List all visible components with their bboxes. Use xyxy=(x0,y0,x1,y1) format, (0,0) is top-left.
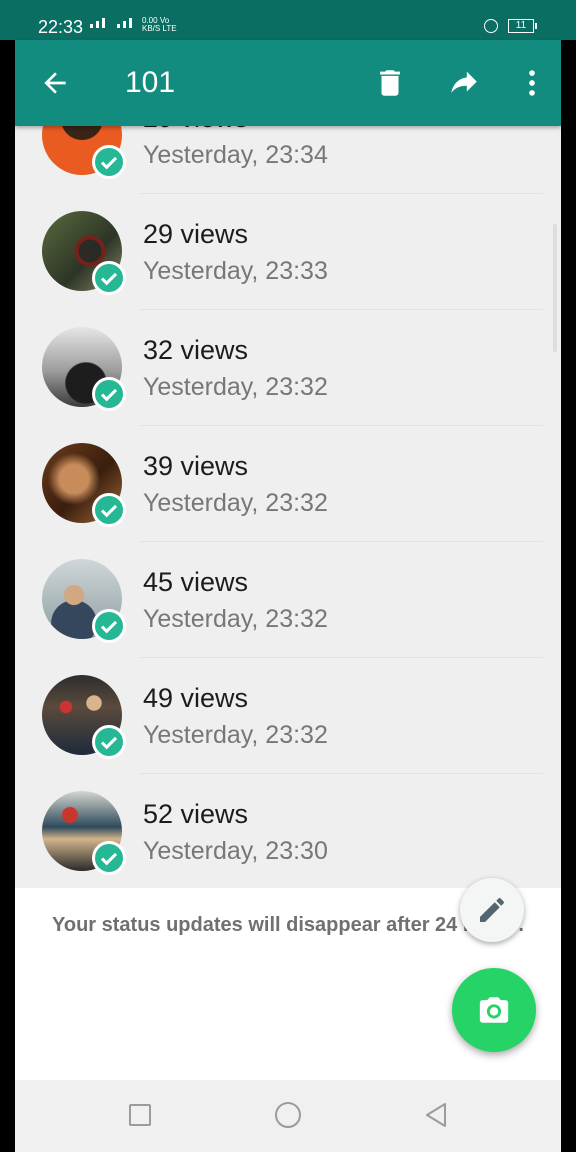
list-item[interactable]: 52 views Yesterday, 23:30 xyxy=(15,774,561,888)
check-icon xyxy=(92,261,126,295)
forward-icon[interactable] xyxy=(447,66,481,100)
post-time: Yesterday, 23:32 xyxy=(143,489,328,517)
list-item[interactable]: 49 views Yesterday, 23:32 xyxy=(15,658,561,774)
post-time: Yesterday, 23:30 xyxy=(143,837,328,865)
scrollbar[interactable] xyxy=(553,224,557,352)
rotation-lock-icon xyxy=(484,19,498,33)
back-icon[interactable] xyxy=(421,1100,451,1130)
view-count: 52 views xyxy=(143,799,249,829)
battery-icon: 11 xyxy=(508,19,537,33)
arrow-back-icon[interactable] xyxy=(39,67,71,99)
post-time: Yesterday, 23:34 xyxy=(143,141,328,169)
recent-apps-icon[interactable] xyxy=(125,1100,155,1130)
text-status-button[interactable] xyxy=(460,878,524,942)
disappear-notice: Your status updates will disappear after… xyxy=(52,914,524,936)
status-updates-screen: 29 views Yesterday, 23:34 29 views Yeste… xyxy=(15,126,561,1080)
list-item[interactable]: 29 views Yesterday, 23:33 xyxy=(15,194,561,310)
pencil-icon xyxy=(480,898,504,922)
post-time: Yesterday, 23:32 xyxy=(143,721,328,749)
post-time: Yesterday, 23:33 xyxy=(143,257,328,285)
view-count: 32 views xyxy=(143,335,249,365)
check-icon xyxy=(92,725,126,759)
home-icon[interactable] xyxy=(273,1100,303,1130)
camera-icon xyxy=(479,997,509,1023)
status-time: 22:33 xyxy=(38,17,84,37)
signal-icon xyxy=(90,18,132,28)
camera-status-button[interactable] xyxy=(452,968,536,1052)
check-icon xyxy=(92,609,126,643)
check-icon xyxy=(92,377,126,411)
trash-icon[interactable] xyxy=(373,66,407,100)
network-speed: 0.00 Vo KB/S LTE xyxy=(142,16,177,33)
navigation-bar xyxy=(15,1080,561,1152)
post-time: Yesterday, 23:32 xyxy=(143,373,328,401)
status-bar: 22:33 0.00 Vo KB/S LTE 11 xyxy=(0,0,576,40)
view-count: 29 views xyxy=(143,219,249,249)
more-vertical-icon[interactable] xyxy=(515,66,549,100)
list-item[interactable]: 29 views Yesterday, 23:34 xyxy=(15,126,561,194)
check-icon xyxy=(92,493,126,527)
list-item[interactable]: 39 views Yesterday, 23:32 xyxy=(15,426,561,542)
view-count: 49 views xyxy=(143,683,249,713)
list-item[interactable]: 32 views Yesterday, 23:32 xyxy=(15,310,561,426)
list-item[interactable]: 45 views Yesterday, 23:32 xyxy=(15,542,561,658)
check-icon xyxy=(92,145,126,179)
check-icon xyxy=(92,841,126,875)
app-bar: 101 xyxy=(15,40,561,126)
view-count: 45 views xyxy=(143,567,249,597)
status-list[interactable]: 29 views Yesterday, 23:34 29 views Yeste… xyxy=(15,126,561,888)
selected-count: 101 xyxy=(125,66,176,99)
post-time: Yesterday, 23:32 xyxy=(143,605,328,633)
view-count: 29 views xyxy=(143,126,248,134)
view-count: 39 views xyxy=(143,451,249,481)
